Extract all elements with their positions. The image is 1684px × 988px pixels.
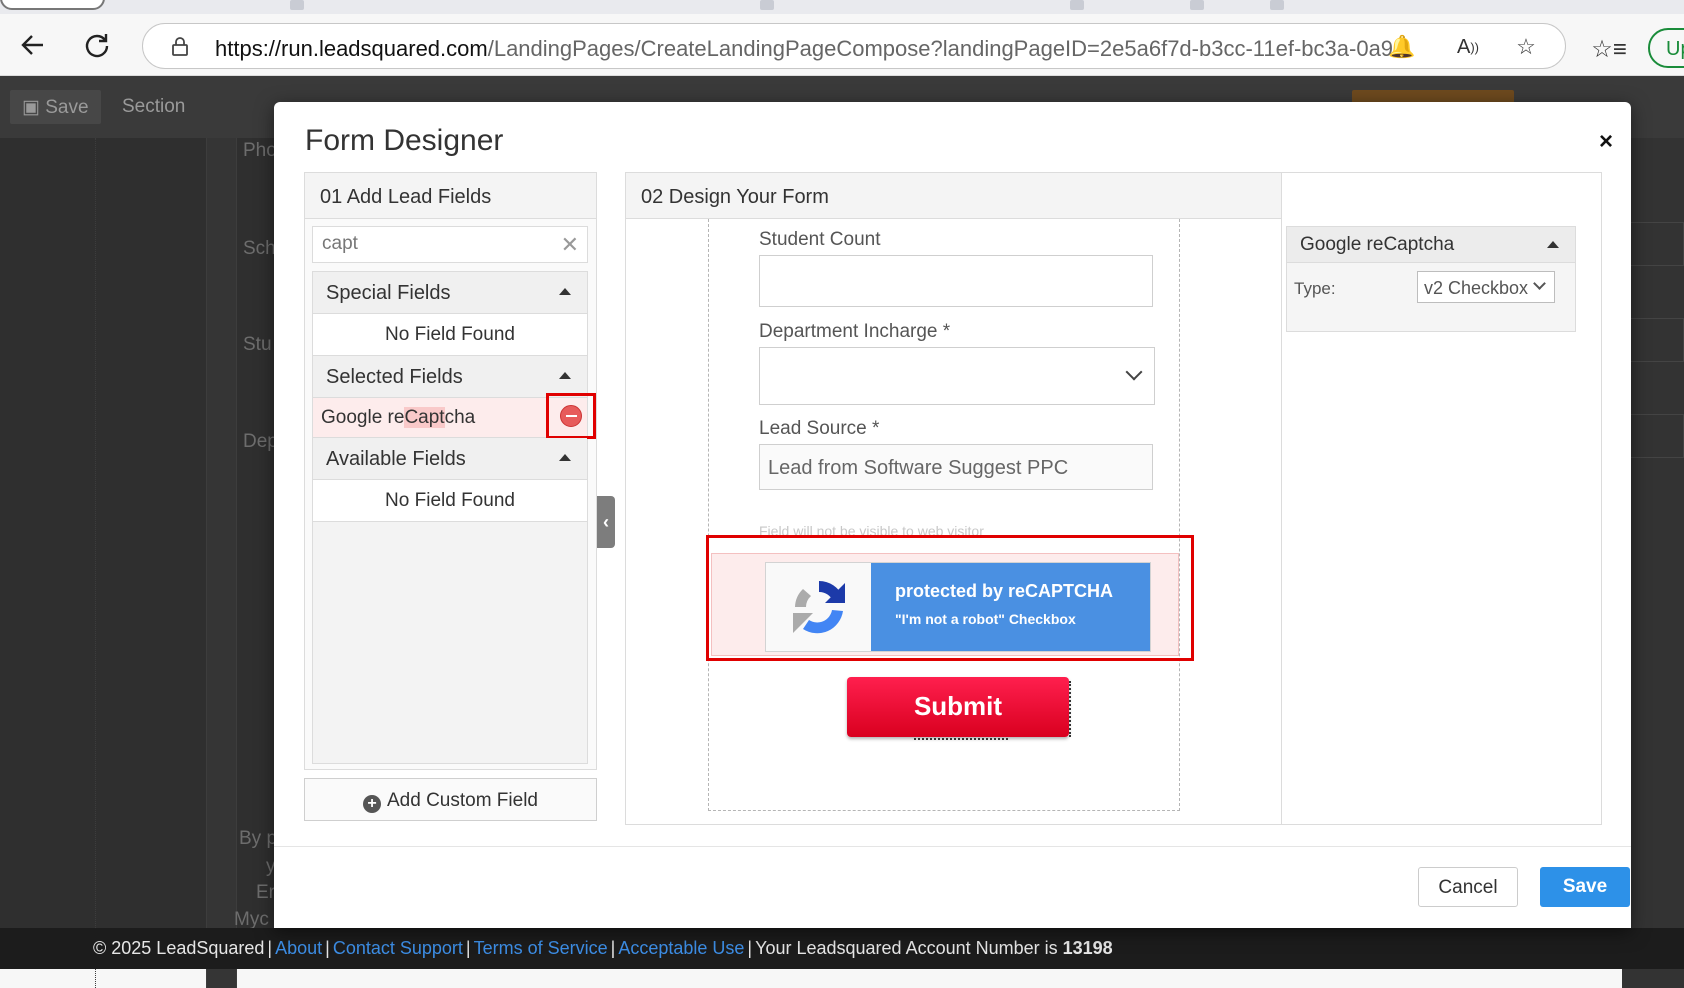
editor-left-column: [95, 138, 207, 988]
modal-footer: Cancel Save: [274, 846, 1631, 928]
student-count-input[interactable]: [759, 255, 1153, 307]
about-link[interactable]: About: [275, 938, 322, 958]
tab-favicon: [1190, 0, 1204, 10]
browser-toolbar: https://run.leadsquared.com/LandingPages…: [0, 14, 1684, 76]
tab-favicon: [760, 0, 774, 10]
editor-section-button[interactable]: Section: [110, 90, 198, 124]
address-url: https://run.leadsquared.com/LandingPages…: [215, 36, 1395, 61]
copyright-text: © 2025 LeadSquared: [93, 938, 265, 958]
bg-field-label: Dep: [243, 431, 278, 452]
address-bar[interactable]: https://run.leadsquared.com/LandingPages…: [142, 23, 1566, 69]
available-fields-header[interactable]: Available Fields: [313, 438, 587, 480]
selection-outline: [1069, 681, 1071, 737]
favorites-list-icon[interactable]: ☆≡: [1591, 36, 1627, 63]
close-icon[interactable]: ×: [1599, 128, 1613, 156]
editor-right-strip: [1622, 138, 1684, 988]
recaptcha-banner: protected by reCAPTCHA "I'm not a robot"…: [871, 563, 1150, 651]
special-fields-header[interactable]: Special Fields: [313, 272, 587, 314]
bg-field-label: Stu: [243, 334, 272, 355]
remove-field-icon[interactable]: [560, 405, 582, 427]
tab-favicon: [1270, 0, 1284, 10]
editor-guide-column: [207, 138, 237, 988]
tab-favicon: [290, 0, 304, 10]
clear-search-icon[interactable]: ✕: [561, 232, 579, 258]
collapse-panel-chevron-icon[interactable]: ‹: [597, 496, 615, 548]
department-select[interactable]: [759, 347, 1155, 405]
search-match-highlight: Capt: [404, 407, 445, 428]
panel-title: 01 Add Lead Fields: [305, 173, 596, 219]
reload-icon[interactable]: [80, 28, 114, 62]
account-number: 13198: [1062, 938, 1113, 958]
field-search-box: ✕: [312, 226, 588, 263]
form-canvas: Student Count Department Incharge * Lead…: [706, 219, 1194, 811]
collapse-caret-icon: [559, 454, 571, 461]
field-label-department: Department Incharge *: [759, 321, 951, 342]
plus-circle-icon: +: [362, 795, 381, 813]
site-footer: © 2025 LeadSquared | About | Contact Support…: [0, 928, 1684, 969]
contact-support-link[interactable]: Contact Support: [333, 938, 463, 958]
update-button[interactable]: Up: [1648, 28, 1684, 68]
acceptable-use-link[interactable]: Acceptable Use: [618, 938, 744, 958]
save-button[interactable]: Save: [1540, 867, 1630, 907]
field-properties-panel: Google reCaptcha Type: v2 Checkbox: [1281, 173, 1601, 824]
form-designer-modal: Form Designer × 01 Add Lead Fields ✕ Spe…: [274, 102, 1631, 928]
lead-source-input[interactable]: Lead from Software Suggest PPC: [759, 444, 1153, 490]
bell-icon[interactable]: 🔔: [1388, 34, 1415, 60]
no-field-found-text: No Field Found: [313, 314, 587, 356]
selected-fields-header[interactable]: Selected Fields: [313, 356, 587, 398]
lock-icon: [172, 37, 188, 56]
no-field-found-text: No Field Found: [313, 480, 587, 522]
modal-title: Form Designer: [305, 124, 504, 157]
favorite-star-icon[interactable]: ☆: [1513, 34, 1539, 60]
recaptcha-properties: Google reCaptcha Type: v2 Checkbox: [1286, 226, 1576, 332]
collapse-caret-icon: [1547, 241, 1559, 248]
selection-outline: [914, 738, 1008, 740]
field-label-lead-source: Lead Source *: [759, 418, 880, 439]
bg-text: By p: [239, 828, 278, 849]
type-label: Type:: [1294, 279, 1336, 298]
browser-tab-strip: [0, 0, 1684, 14]
tab-favicon: [1070, 0, 1084, 10]
add-lead-fields-panel: 01 Add Lead Fields ✕ Special Fields No F…: [304, 172, 597, 770]
read-aloud-icon[interactable]: A)): [1455, 34, 1481, 60]
recaptcha-widget[interactable]: protected by reCAPTCHA "I'm not a robot"…: [765, 562, 1151, 652]
field-label-student-count: Student Count: [759, 229, 881, 250]
bg-text: Er: [256, 882, 275, 903]
editor-save-button[interactable]: ▣ Save: [10, 90, 101, 124]
back-arrow-icon[interactable]: [16, 28, 50, 62]
recaptcha-type-select[interactable]: v2 Checkbox: [1417, 271, 1555, 303]
remove-field-highlight: [546, 393, 596, 439]
cancel-button[interactable]: Cancel: [1418, 867, 1518, 907]
collapse-caret-icon: [559, 288, 571, 295]
recaptcha-logo-icon: [766, 563, 871, 651]
add-custom-field-button[interactable]: + Add Custom Field: [304, 778, 597, 821]
submit-button[interactable]: Submit: [847, 677, 1069, 737]
chevron-down-icon: [1125, 363, 1143, 381]
terms-link[interactable]: Terms of Service: [474, 938, 608, 958]
field-search-input[interactable]: [313, 227, 543, 260]
selected-field-google-recaptcha[interactable]: Google reCaptcha: [313, 393, 596, 439]
chevron-down-icon: [1533, 277, 1546, 290]
field-sections: Special Fields No Field Found Selected F…: [312, 271, 596, 764]
design-form-panel: 02 Design Your Form Student Count Depart…: [625, 172, 1602, 825]
properties-header[interactable]: Google reCaptcha: [1287, 227, 1575, 263]
account-text: Your Leadsquared Account Number is: [755, 938, 1058, 958]
browser-tab[interactable]: [0, 0, 105, 10]
collapse-caret-icon: [559, 372, 571, 379]
bg-field-label: Pho: [243, 140, 277, 161]
bg-field-label: Sch: [243, 238, 276, 259]
